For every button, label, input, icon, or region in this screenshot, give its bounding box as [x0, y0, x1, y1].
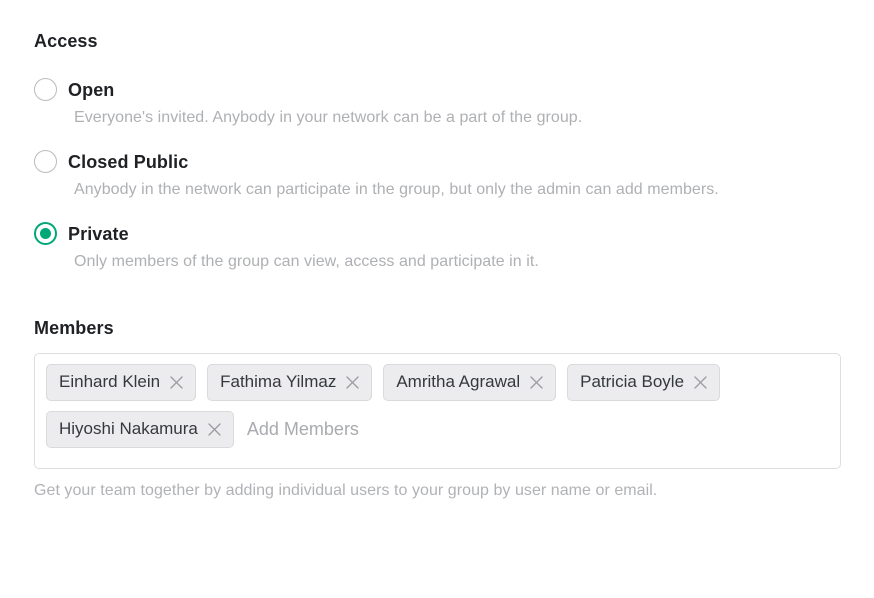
- members-help-text: Get your team together by adding individ…: [34, 482, 658, 499]
- access-option-private: Private Only members of the group can vi…: [34, 222, 840, 272]
- radio-row-closed-public[interactable]: Closed Public: [34, 150, 840, 173]
- member-chip[interactable]: Einhard Klein: [46, 364, 197, 401]
- radio-row-private[interactable]: Private: [34, 222, 840, 245]
- member-chip-label: Fathima Yilmaz: [220, 372, 337, 391]
- members-section: Members Einhard Klein Fathima Yilmaz Amr…: [34, 317, 841, 501]
- member-chip-label: Hiyoshi Nakamura: [59, 419, 198, 438]
- radio-description-open: Everyone's invited. Anybody in your netw…: [74, 109, 583, 126]
- members-heading: Members: [34, 318, 114, 338]
- close-icon[interactable]: [169, 375, 184, 390]
- access-option-open: Open Everyone's invited. Anybody in your…: [34, 78, 840, 128]
- radio-icon-open[interactable]: [34, 78, 57, 101]
- access-heading: Access: [34, 31, 98, 51]
- radio-label-private: Private: [68, 223, 129, 244]
- radio-label-open: Open: [68, 79, 115, 100]
- member-chip[interactable]: Hiyoshi Nakamura: [46, 411, 234, 448]
- close-icon[interactable]: [529, 375, 544, 390]
- radio-description-private: Only members of the group can view, acce…: [74, 253, 539, 270]
- access-radio-group: Open Everyone's invited. Anybody in your…: [34, 78, 840, 272]
- radio-dot-private: [40, 228, 51, 239]
- close-icon[interactable]: [693, 375, 708, 390]
- member-chip[interactable]: Fathima Yilmaz: [207, 364, 373, 401]
- member-chip-label: Patricia Boyle: [580, 372, 685, 391]
- radio-description-closed-public: Anybody in the network can participate i…: [74, 181, 719, 198]
- access-and-members-form: Access Open Everyone's invited. Anybody …: [0, 0, 874, 598]
- member-chip-label: Amritha Agrawal: [396, 372, 521, 391]
- member-chip[interactable]: Patricia Boyle: [567, 364, 721, 401]
- radio-icon-closed-public[interactable]: [34, 150, 57, 173]
- add-members-input[interactable]: [244, 411, 829, 448]
- members-input-container[interactable]: Einhard Klein Fathima Yilmaz Amritha Agr…: [34, 353, 841, 469]
- close-icon[interactable]: [345, 375, 360, 390]
- close-icon[interactable]: [207, 422, 222, 437]
- member-chip-label: Einhard Klein: [59, 372, 161, 391]
- radio-row-open[interactable]: Open: [34, 78, 840, 101]
- radio-icon-private[interactable]: [34, 222, 57, 245]
- member-chip[interactable]: Amritha Agrawal: [383, 364, 557, 401]
- access-option-closed-public: Closed Public Anybody in the network can…: [34, 150, 840, 200]
- radio-label-closed-public: Closed Public: [68, 151, 189, 172]
